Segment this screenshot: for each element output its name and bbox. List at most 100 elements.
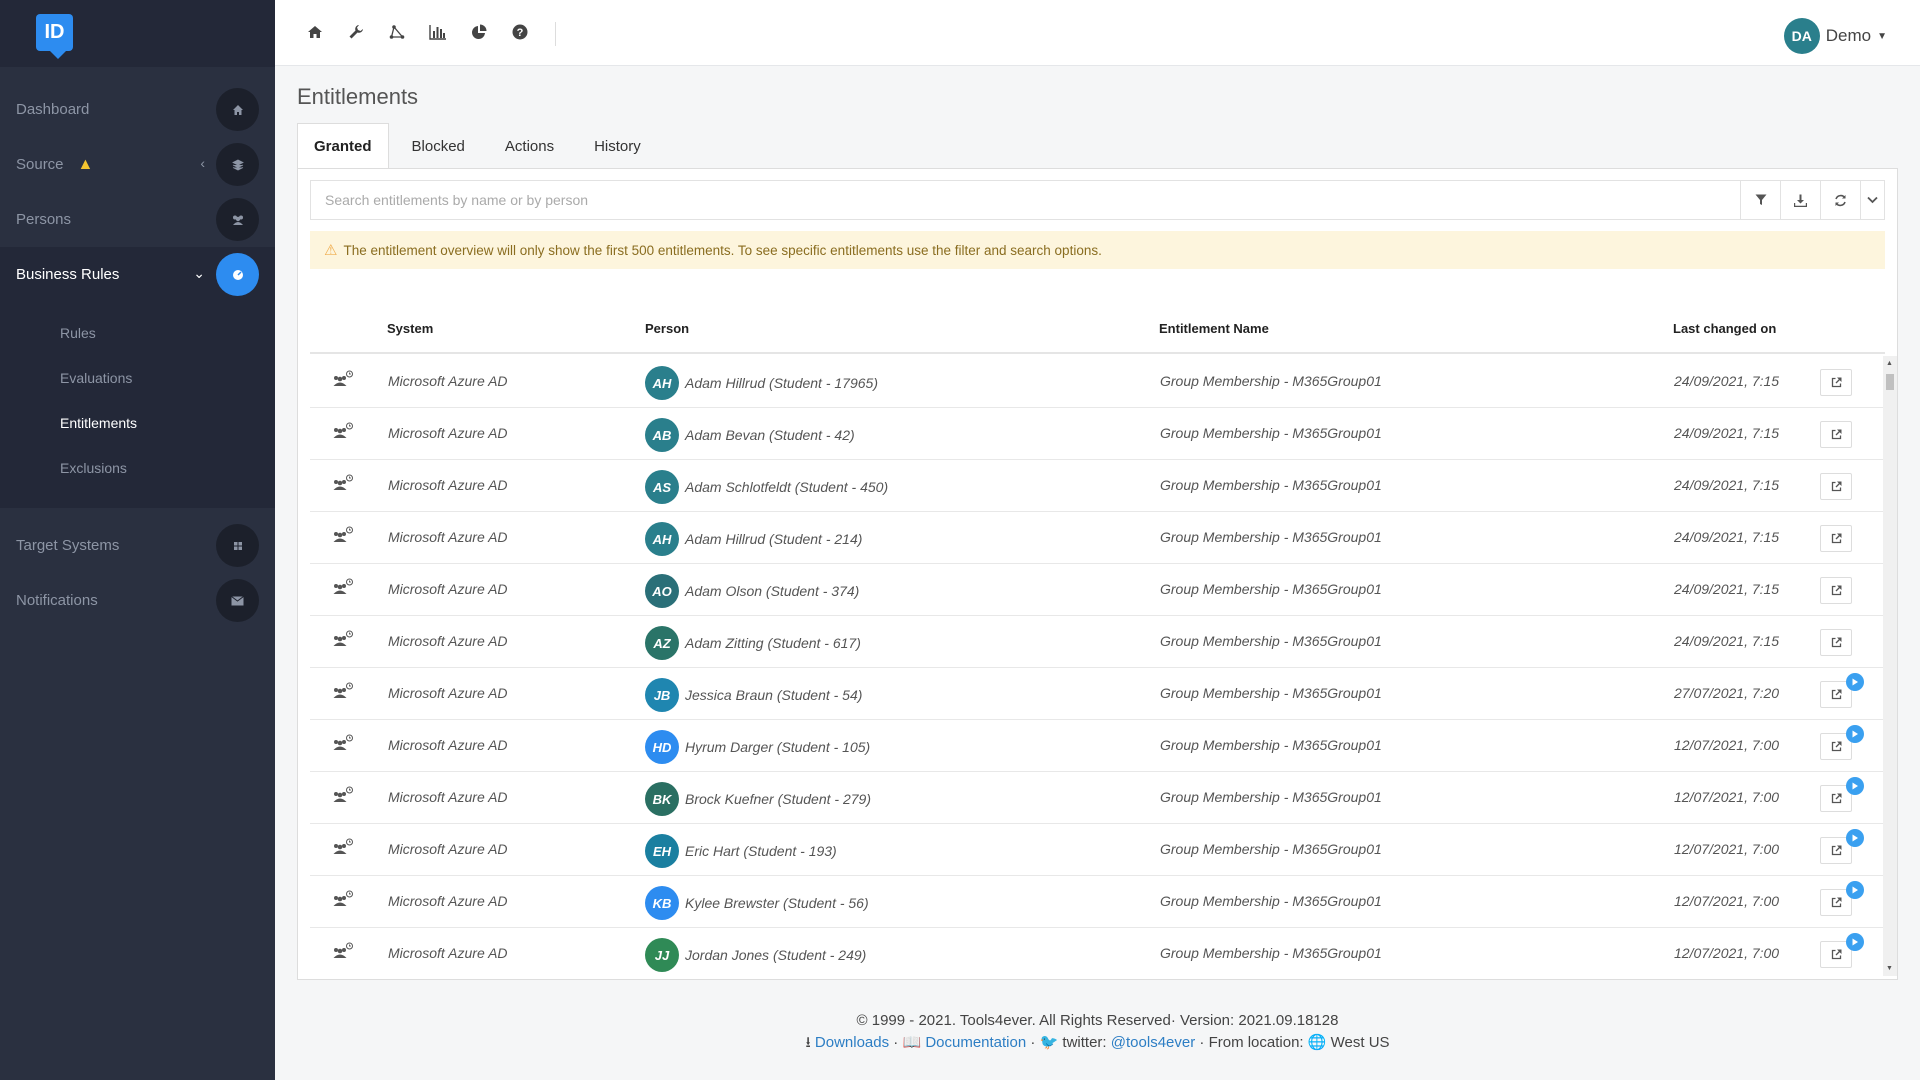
tab-actions[interactable]: Actions bbox=[488, 123, 571, 169]
filter-button[interactable] bbox=[1740, 181, 1780, 219]
table-row[interactable]: Microsoft Azure AD JJ Jordan Jones (Stud… bbox=[310, 928, 1885, 976]
table-row[interactable]: Microsoft Azure AD AO Adam Olson (Studen… bbox=[310, 564, 1885, 616]
open-external-button[interactable] bbox=[1820, 629, 1852, 656]
play-badge-icon[interactable] bbox=[1846, 673, 1864, 691]
subnav-item-evaluations[interactable]: Evaluations bbox=[0, 355, 275, 400]
group-membership-icon bbox=[332, 682, 354, 703]
play-badge-icon[interactable] bbox=[1846, 725, 1864, 743]
person-cell[interactable]: KB Kylee Brewster (Student - 56) bbox=[645, 886, 869, 920]
entitlement-cell: Group Membership - M365Group01 bbox=[1160, 581, 1382, 597]
sidebar-item-target-systems[interactable]: Target Systems bbox=[0, 518, 275, 573]
more-options-button[interactable] bbox=[1860, 181, 1884, 219]
pie-chart-icon[interactable] bbox=[469, 22, 489, 42]
tab-history[interactable]: History bbox=[577, 123, 658, 169]
scroll-down-icon[interactable]: ▼ bbox=[1886, 965, 1893, 972]
scroll-thumb[interactable] bbox=[1886, 374, 1894, 390]
table-row[interactable]: Microsoft Azure AD JB Jessica Braun (Stu… bbox=[310, 668, 1885, 720]
system-cell: Microsoft Azure AD bbox=[388, 685, 508, 701]
column-header-entitlement-name[interactable]: Entitlement Name bbox=[1159, 321, 1269, 336]
table-row[interactable]: Microsoft Azure AD KB Kylee Brewster (St… bbox=[310, 876, 1885, 928]
person-cell[interactable]: AH Adam Hillrud (Student - 17965) bbox=[645, 366, 878, 400]
table-row[interactable]: Microsoft Azure AD EH Eric Hart (Student… bbox=[310, 824, 1885, 876]
bar-chart-icon[interactable] bbox=[428, 22, 448, 42]
external-link-icon bbox=[1831, 377, 1841, 388]
person-cell[interactable]: AS Adam Schlotfeldt (Student - 450) bbox=[645, 470, 888, 504]
person-cell[interactable]: AB Adam Bevan (Student - 42) bbox=[645, 418, 855, 452]
person-cell[interactable]: BK Brock Kuefner (Student - 279) bbox=[645, 782, 871, 816]
twitter-link[interactable]: @tools4ever bbox=[1111, 1034, 1195, 1051]
alert-text: The entitlement overview will only show … bbox=[343, 242, 1102, 258]
home-icon[interactable] bbox=[305, 22, 325, 42]
scroll-up-icon[interactable]: ▲ bbox=[1886, 360, 1893, 367]
topbar: ? DA Demo ▼ bbox=[275, 0, 1920, 66]
person-name: Adam Zitting (Student - 617) bbox=[685, 635, 861, 651]
person-cell[interactable]: AO Adam Olson (Student - 374) bbox=[645, 574, 859, 608]
downloads-link[interactable]: Downloads bbox=[815, 1034, 889, 1051]
table-row[interactable]: Microsoft Azure AD AS Adam Schlotfeldt (… bbox=[310, 460, 1885, 512]
page-title: Entitlements bbox=[297, 84, 419, 109]
column-header-person[interactable]: Person bbox=[645, 321, 689, 336]
download-button[interactable] bbox=[1780, 181, 1820, 219]
play-badge-icon[interactable] bbox=[1846, 933, 1864, 951]
tab-blocked[interactable]: Blocked bbox=[395, 123, 482, 169]
play-badge-icon[interactable] bbox=[1846, 829, 1864, 847]
group-membership-icon bbox=[332, 578, 354, 599]
table-row[interactable]: Microsoft Azure AD HD Hyrum Darger (Stud… bbox=[310, 720, 1885, 772]
external-link-icon bbox=[1831, 637, 1841, 648]
table-row[interactable]: Microsoft Azure AD BK Brock Kuefner (Stu… bbox=[310, 772, 1885, 824]
table-row[interactable]: Microsoft Azure AD AH Adam Hillrud (Stud… bbox=[310, 356, 1885, 408]
topbar-separator bbox=[555, 22, 556, 46]
search-input[interactable] bbox=[311, 181, 1740, 219]
open-external-button[interactable] bbox=[1820, 421, 1852, 448]
sidebar-item-persons[interactable]: Persons bbox=[0, 192, 275, 247]
table-row[interactable]: Microsoft Azure AD AB Adam Bevan (Studen… bbox=[310, 408, 1885, 460]
date-cell: 24/09/2021, 7:15 bbox=[1674, 477, 1780, 493]
wrench-icon[interactable] bbox=[346, 22, 366, 42]
system-cell: Microsoft Azure AD bbox=[388, 633, 508, 649]
user-menu[interactable]: DA Demo ▼ bbox=[1783, 18, 1887, 54]
sidebar-item-label: Target Systems bbox=[16, 537, 120, 554]
refresh-button[interactable] bbox=[1820, 181, 1860, 219]
footer-separator: · bbox=[1030, 1034, 1036, 1051]
open-external-button[interactable] bbox=[1820, 577, 1852, 604]
date-cell: 24/09/2021, 7:15 bbox=[1674, 529, 1780, 545]
sidebar-item-dashboard[interactable]: Dashboard bbox=[0, 82, 275, 137]
column-header-system[interactable]: System bbox=[387, 321, 433, 336]
column-header-last-changed[interactable]: Last changed on bbox=[1673, 321, 1776, 336]
filter-icon bbox=[1755, 194, 1766, 205]
stack-icon bbox=[216, 143, 259, 186]
sidebar-item-notifications[interactable]: Notifications bbox=[0, 573, 275, 628]
person-cell[interactable]: EH Eric Hart (Student - 193) bbox=[645, 834, 837, 868]
person-cell[interactable]: HD Hyrum Darger (Student - 105) bbox=[645, 730, 870, 764]
sidebar-item-business-rules[interactable]: Business Rules ⌄ bbox=[0, 247, 275, 302]
table-scrollbar[interactable]: ▲ ▼ bbox=[1883, 356, 1897, 976]
person-cell[interactable]: JJ Jordan Jones (Student - 249) bbox=[645, 938, 866, 972]
subnav-item-exclusions[interactable]: Exclusions bbox=[0, 445, 275, 490]
sidebar-item-label: Dashboard bbox=[16, 101, 90, 118]
avatar: AZ bbox=[645, 626, 679, 660]
app-logo[interactable]: ID bbox=[36, 14, 73, 59]
sidebar-item-source[interactable]: Source ▲ ‹ bbox=[0, 137, 275, 192]
tab-granted[interactable]: Granted bbox=[297, 123, 389, 169]
play-badge-icon[interactable] bbox=[1846, 777, 1864, 795]
warning-alert: ⚠ The entitlement overview will only sho… bbox=[310, 231, 1885, 269]
network-icon[interactable] bbox=[387, 22, 407, 42]
avatar: AH bbox=[645, 366, 679, 400]
play-badge-icon[interactable] bbox=[1846, 881, 1864, 899]
subnav-item-rules[interactable]: Rules bbox=[0, 310, 275, 355]
open-external-button[interactable] bbox=[1820, 525, 1852, 552]
table-row[interactable]: Microsoft Azure AD AZ Adam Zitting (Stud… bbox=[310, 616, 1885, 668]
open-external-button[interactable] bbox=[1820, 473, 1852, 500]
subnav-item-entitlements[interactable]: Entitlements bbox=[0, 400, 275, 445]
group-membership-icon bbox=[332, 942, 354, 963]
person-cell[interactable]: AH Adam Hillrud (Student - 214) bbox=[645, 522, 862, 556]
open-external-button[interactable] bbox=[1820, 369, 1852, 396]
date-cell: 24/09/2021, 7:15 bbox=[1674, 425, 1780, 441]
documentation-link[interactable]: Documentation bbox=[925, 1034, 1026, 1051]
person-cell[interactable]: JB Jessica Braun (Student - 54) bbox=[645, 678, 862, 712]
help-icon[interactable]: ? bbox=[510, 22, 530, 42]
person-cell[interactable]: AZ Adam Zitting (Student - 617) bbox=[645, 626, 861, 660]
logo-area: ID bbox=[0, 0, 275, 67]
tabs: Granted Blocked Actions History bbox=[297, 123, 664, 169]
table-row[interactable]: Microsoft Azure AD AH Adam Hillrud (Stud… bbox=[310, 512, 1885, 564]
